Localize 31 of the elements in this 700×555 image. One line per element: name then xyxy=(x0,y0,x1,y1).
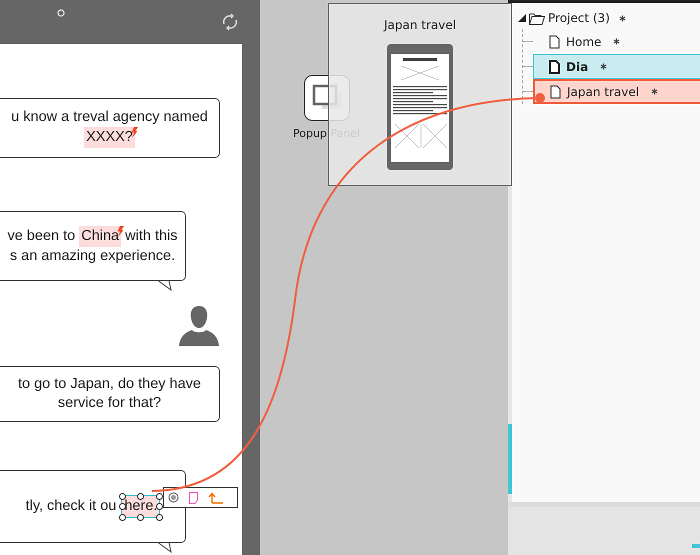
lightning-icon xyxy=(117,226,124,237)
tree-item[interactable]: Dia xyxy=(533,54,700,79)
highlighted-text[interactable]: XXXX? xyxy=(84,127,135,148)
note-icon[interactable] xyxy=(189,492,198,504)
message-text: u know a treval agency named xyxy=(11,108,208,127)
person-icon xyxy=(178,304,220,346)
rotate-icon[interactable] xyxy=(221,13,239,31)
message-text: service for that? xyxy=(58,394,162,413)
highlighted-text[interactable]: here. xyxy=(122,496,160,517)
preview-title: Japan travel xyxy=(384,18,456,32)
document-icon xyxy=(549,60,560,74)
link-anchor-icon[interactable] xyxy=(168,492,180,503)
document-icon xyxy=(550,84,561,98)
resize-handle[interactable] xyxy=(137,492,144,500)
message-text: with this xyxy=(124,227,178,246)
lightning-icon xyxy=(130,127,138,138)
message-text: ve been to xyxy=(7,227,76,246)
folder-icon xyxy=(529,12,545,24)
scrollbar-thumb[interactable] xyxy=(692,544,700,548)
tree-item[interactable]: Japan travel xyxy=(533,79,700,104)
scrollbar-thumb[interactable] xyxy=(508,424,512,494)
document-icon xyxy=(549,34,560,48)
expand-triangle-icon[interactable] xyxy=(518,14,526,22)
message-text: s an amazing experience. xyxy=(10,247,176,266)
arrow-up-icon[interactable] xyxy=(208,492,224,504)
tree-item[interactable]: Home xyxy=(533,29,700,54)
tree-item[interactable]: Project (3) xyxy=(548,11,610,25)
camera-icon xyxy=(57,9,65,17)
message-text: to go to Japan, do they have xyxy=(18,375,201,394)
highlighted-text[interactable]: China xyxy=(79,226,122,247)
message-text: tly, check it ou xyxy=(26,497,116,516)
